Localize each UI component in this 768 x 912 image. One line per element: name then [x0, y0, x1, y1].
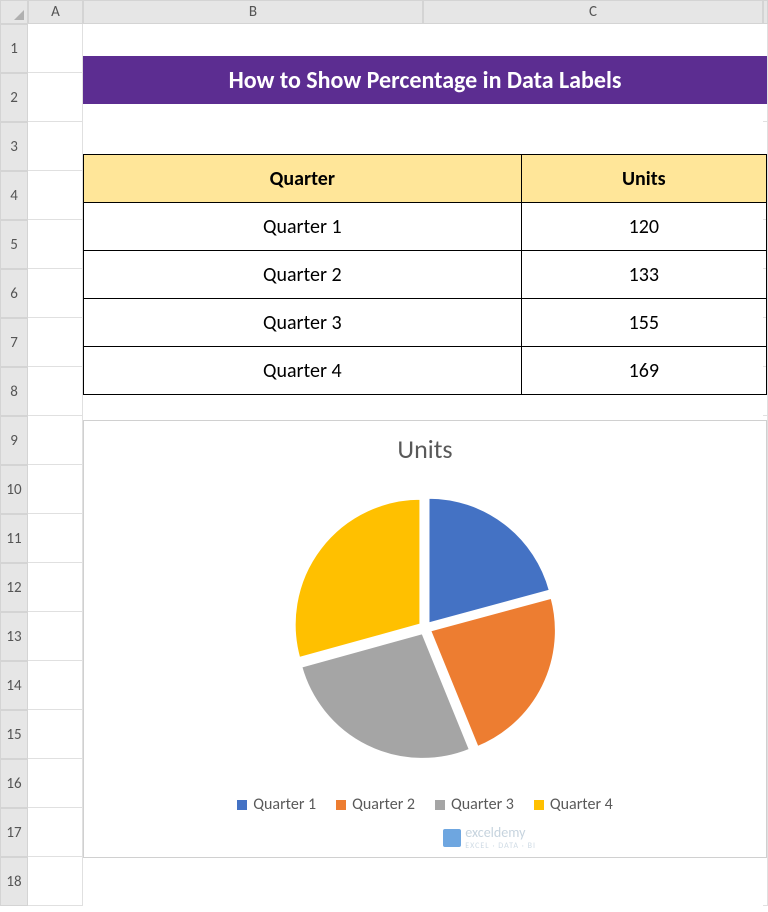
legend-swatch: [435, 800, 445, 810]
chart-container[interactable]: Units Quarter 1 Quarter 2 Quarter 3 Quar…: [83, 420, 767, 858]
row-header[interactable]: 11: [0, 514, 28, 563]
header-quarter[interactable]: Quarter: [84, 155, 522, 203]
legend-item: Quarter 3: [435, 795, 514, 814]
cell[interactable]: [28, 122, 83, 171]
chart-legend: Quarter 1 Quarter 2 Quarter 3 Quarter 4: [84, 795, 766, 814]
cell[interactable]: [28, 612, 83, 661]
cell[interactable]: [28, 857, 83, 906]
row-header[interactable]: 15: [0, 710, 28, 759]
table-row: Quarter 3155: [84, 299, 767, 347]
cell[interactable]: [28, 24, 83, 73]
cell[interactable]: [28, 710, 83, 759]
col-header-c[interactable]: C: [423, 0, 763, 24]
legend-swatch: [336, 800, 346, 810]
chart-title: Units: [84, 433, 766, 465]
cell-units[interactable]: 133: [521, 251, 766, 299]
col-header-b[interactable]: B: [83, 0, 423, 24]
row-header[interactable]: 18: [0, 857, 28, 906]
cell-units[interactable]: 120: [521, 203, 766, 251]
cell[interactable]: [28, 220, 83, 269]
select-all-corner[interactable]: [0, 0, 28, 24]
row-header[interactable]: 7: [0, 318, 28, 367]
cell-quarter[interactable]: Quarter 1: [84, 203, 522, 251]
row-header[interactable]: 4: [0, 171, 28, 220]
table-row: Quarter 4169: [84, 347, 767, 395]
legend-label: Quarter 1: [253, 795, 316, 814]
cell[interactable]: [28, 171, 83, 220]
pie-chart: [84, 483, 766, 773]
cell[interactable]: [28, 514, 83, 563]
content-area: How to Show Percentage in Data Labels Qu…: [83, 24, 763, 906]
row-header[interactable]: 8: [0, 367, 28, 416]
table-header-row: Quarter Units: [84, 155, 767, 203]
legend-item: Quarter 1: [237, 795, 316, 814]
col-header-empty[interactable]: [763, 0, 768, 24]
cell-units[interactable]: 155: [521, 299, 766, 347]
watermark-logo-icon: [443, 829, 461, 847]
pie-slice[interactable]: [295, 499, 421, 658]
cell-quarter[interactable]: Quarter 4: [84, 347, 522, 395]
header-units[interactable]: Units: [521, 155, 766, 203]
watermark-tagline: EXCEL · DATA · BI: [465, 841, 536, 851]
cell[interactable]: [28, 563, 83, 612]
row-header[interactable]: 14: [0, 661, 28, 710]
page-title: How to Show Percentage in Data Labels: [83, 56, 767, 104]
row-header[interactable]: 17: [0, 808, 28, 857]
watermark: exceldemy EXCEL · DATA · BI: [443, 824, 536, 851]
legend-swatch: [534, 800, 544, 810]
legend-item: Quarter 4: [534, 795, 613, 814]
row-header[interactable]: 16: [0, 759, 28, 808]
cell[interactable]: [28, 73, 83, 122]
data-table: Quarter Units Quarter 1120 Quarter 2133 …: [83, 154, 767, 395]
row-header[interactable]: 6: [0, 269, 28, 318]
cell[interactable]: [28, 661, 83, 710]
cell[interactable]: [28, 269, 83, 318]
legend-label: Quarter 3: [451, 795, 514, 814]
legend-label: Quarter 2: [352, 795, 415, 814]
table-row: Quarter 2133: [84, 251, 767, 299]
cell[interactable]: [28, 808, 83, 857]
spreadsheet-grid: A B C 1 How to Show Percentage in Data L…: [0, 0, 768, 906]
col-header-a[interactable]: A: [28, 0, 83, 24]
table-row: Quarter 1120: [84, 203, 767, 251]
cell[interactable]: [28, 416, 83, 465]
row-header[interactable]: 3: [0, 122, 28, 171]
cell[interactable]: [28, 367, 83, 416]
cell-quarter[interactable]: Quarter 2: [84, 251, 522, 299]
row-header[interactable]: 1: [0, 24, 28, 73]
row-header[interactable]: 13: [0, 612, 28, 661]
cell-units[interactable]: 169: [521, 347, 766, 395]
row-header[interactable]: 9: [0, 416, 28, 465]
row-header[interactable]: 5: [0, 220, 28, 269]
row-header[interactable]: 2: [0, 73, 28, 122]
legend-item: Quarter 2: [336, 795, 415, 814]
legend-swatch: [237, 800, 247, 810]
cell[interactable]: [28, 318, 83, 367]
cell[interactable]: [28, 759, 83, 808]
row-header[interactable]: 12: [0, 563, 28, 612]
watermark-brand: exceldemy: [465, 824, 525, 841]
legend-label: Quarter 4: [550, 795, 613, 814]
cell[interactable]: [28, 465, 83, 514]
cell-quarter[interactable]: Quarter 3: [84, 299, 522, 347]
cell[interactable]: [763, 857, 768, 906]
row-header[interactable]: 10: [0, 465, 28, 514]
